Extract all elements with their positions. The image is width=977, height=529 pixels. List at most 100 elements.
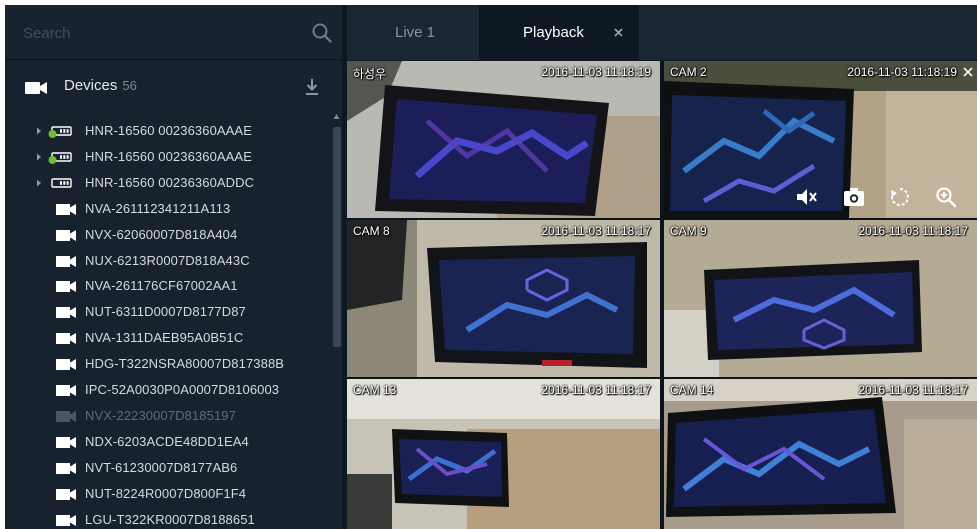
device-label: NVT-61230007D8177AB6 [85, 459, 238, 475]
camera-timestamp: 2016-11-03 11:18:17 [541, 383, 651, 397]
camera-timestamp: 2016-11-03 11:18:19 [847, 65, 957, 79]
camera-name: CAM 9 [670, 224, 707, 238]
expand-caret-icon[interactable] [35, 177, 43, 189]
scrollbar-thumb[interactable] [333, 127, 341, 347]
devices-count: 56 [122, 78, 137, 93]
recorder-icon [51, 178, 72, 188]
devices-header: Devices 56 [5, 61, 342, 113]
device-list-scrollbar[interactable] [331, 113, 342, 529]
close-tab-icon[interactable] [614, 28, 623, 37]
device-item[interactable]: NVA-261176CF67002AA1 [5, 273, 330, 299]
device-label: NVA-1311DAEB95A0B51C [85, 330, 244, 346]
camera-icon [56, 281, 76, 293]
camera-name: CAM 2 [670, 65, 707, 79]
tab-playback-label: Playback [523, 24, 584, 41]
zoom-in-icon[interactable] [934, 185, 958, 209]
app-window: Devices56 HNR-16560 00236360AAAEHNR-1656… [5, 5, 977, 529]
video-camera-icon [25, 82, 47, 94]
camera-view[interactable]: CAM 14 2016-11-03 11:18:17 [664, 379, 977, 529]
device-label: NUX-6213R0007D818A43C [85, 252, 250, 268]
camera-view[interactable]: CAM 8 2016-11-03 11:18:17 [347, 220, 660, 377]
device-list: HNR-16560 00236360AAAE HNR-16560 00236360… [5, 113, 330, 529]
camera-grid: 하성우 2016-11-03 11:18:19 CAM 2 2016-11-03 11… [347, 61, 977, 529]
devices-title-label: Devices [64, 77, 118, 94]
scroll-up-arrow-icon[interactable] [333, 113, 340, 121]
device-item[interactable]: HNR-16560 00236360AAAE [5, 118, 330, 144]
camera-icon [56, 488, 76, 500]
device-label: IPC-52A0030P0A0007D8106003 [85, 382, 280, 397]
camera-icon [56, 255, 76, 267]
camera-icon [56, 203, 76, 215]
camera-name: CAM 8 [353, 224, 390, 238]
camera-icon [56, 333, 76, 345]
rotate-icon[interactable] [888, 185, 912, 209]
device-item[interactable]: NVA-1311DAEB95A0B51C [5, 325, 330, 351]
recorder-icon [48, 152, 72, 164]
tab-live-label: Live 1 [395, 24, 436, 41]
camera-icon [56, 307, 76, 319]
device-item[interactable]: NDX-6203ACDE48DD1EA4 [5, 429, 330, 455]
tab-playback[interactable]: Playback [479, 5, 639, 60]
camera-view[interactable]: 하성우 2016-11-03 11:18:19 [347, 61, 660, 218]
camera-video-feed [347, 379, 660, 529]
camera-icon [56, 514, 76, 526]
download-icon[interactable] [304, 77, 320, 97]
camera-icon [56, 410, 76, 422]
device-item[interactable]: HDG-T322NSRA80007D817388B [5, 351, 330, 377]
device-item[interactable]: NUX-6213R0007D818A43C [5, 248, 330, 274]
device-item[interactable]: LGU-T322KR0007D8188651 [5, 507, 330, 529]
device-item[interactable]: NVX-62060007D818A404 [5, 222, 330, 248]
camera-icon [56, 436, 76, 448]
device-label: NUT-6311D0007D8177D87 [85, 304, 246, 320]
search-icon[interactable] [311, 22, 333, 44]
camera-name: 하성우 [353, 67, 387, 81]
camera-controls [794, 185, 964, 211]
camera-timestamp: 2016-11-03 11:18:17 [858, 383, 968, 397]
camera-icon [56, 229, 76, 241]
device-item[interactable]: NVX-22230007D8185197 [5, 403, 330, 429]
camera-video-feed [347, 61, 660, 218]
viewer-panel: Live 1 Playback 하성우 2016-11-03 11:18:19 CA… [342, 5, 977, 529]
device-label: HNR-16560 00236360ADDC [85, 174, 255, 190]
camera-timestamp: 2016-11-03 11:18:17 [541, 224, 651, 238]
device-item[interactable]: NVA-261112341211A113 [5, 196, 330, 222]
device-label: NUT-8224R0007D800F1F4 [85, 485, 247, 501]
search-input[interactable] [23, 21, 293, 45]
device-item[interactable]: HNR-16560 00236360ADDC [5, 170, 330, 196]
mute-icon[interactable] [794, 185, 818, 209]
close-camera-icon[interactable] [963, 67, 973, 77]
device-label: HNR-16560 00236360AAAE [85, 123, 252, 138]
camera-icon [56, 385, 76, 396]
camera-name: CAM 14 [670, 383, 714, 397]
recorder-icon [48, 126, 72, 138]
camera-video-feed [664, 220, 977, 377]
camera-view[interactable]: CAM 9 2016-11-03 11:18:17 [664, 220, 977, 377]
device-label: LGU-T322KR0007D8188651 [85, 511, 255, 527]
device-item[interactable]: HNR-16560 00236360AAAE [5, 144, 330, 170]
device-item[interactable]: NVT-61230007D8177AB6 [5, 455, 330, 481]
device-label: NVX-62060007D818A404 [85, 226, 238, 242]
device-label: NVA-261112341211A113 [85, 200, 231, 216]
snapshot-icon[interactable] [842, 185, 866, 209]
device-item[interactable]: NUT-8224R0007D800F1F4 [5, 481, 330, 507]
camera-view[interactable]: CAM 13 2016-11-03 11:18:17 [347, 379, 660, 529]
devices-title: Devices 56 [64, 77, 137, 94]
camera-name: CAM 13 [353, 383, 397, 397]
camera-icon [56, 359, 76, 371]
tab-bar: Live 1 Playback [342, 5, 977, 60]
camera-video-feed [664, 379, 977, 529]
device-label: NVA-261176CF67002AA1 [85, 278, 238, 294]
camera-icon [56, 462, 76, 474]
device-panel: Devices56 HNR-16560 00236360AAAEHNR-1656… [5, 5, 342, 529]
expand-caret-icon[interactable] [35, 125, 43, 137]
camera-timestamp: 2016-11-03 11:18:17 [858, 224, 968, 238]
device-item[interactable]: IPC-52A0030P0A0007D8106003 [5, 377, 330, 403]
camera-view[interactable]: CAM 2 2016-11-03 11:18:19 [664, 61, 977, 218]
camera-timestamp: 2016-11-03 11:18:19 [541, 65, 651, 79]
tab-live[interactable]: Live 1 [347, 5, 479, 60]
device-label: NVX-22230007D8185197 [85, 407, 236, 423]
expand-caret-icon[interactable] [35, 151, 43, 163]
device-label: HDG-T322NSRA80007D817388B [85, 356, 285, 372]
device-label: HNR-16560 00236360AAAE [85, 148, 252, 164]
device-item[interactable]: NUT-6311D0007D8177D87 [5, 299, 330, 325]
